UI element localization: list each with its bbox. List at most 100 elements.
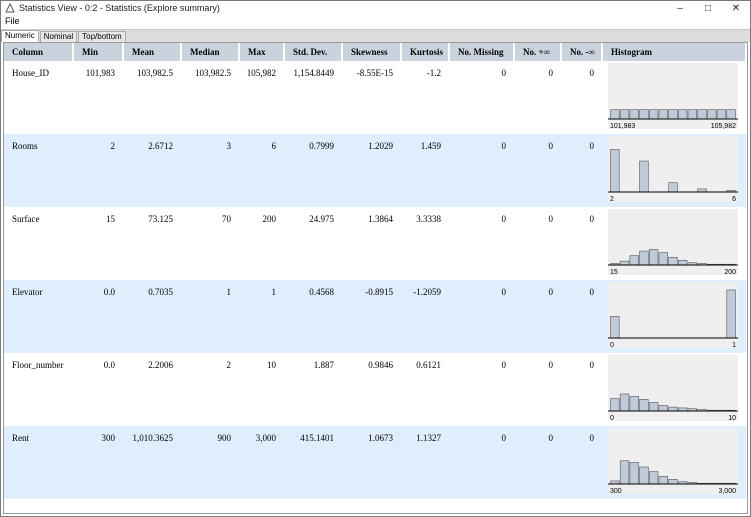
histogram-bar [687,109,698,120]
row-name: Elevator [4,280,73,353]
tab-numeric[interactable]: Numeric [1,30,39,42]
histogram-bar [668,406,678,412]
cell-min: 2 [73,134,123,207]
maximize-icon[interactable]: □ [694,1,722,15]
cell-no-pos-inf: 0 [548,360,554,370]
histogram-bar [629,109,639,120]
col-header-mean[interactable]: Mean [123,43,182,61]
histogram-svg [608,393,738,412]
cell-skewness: 1.0673 [342,426,401,499]
cell-skewness: 1.2029 [342,134,401,207]
histogram-max-label: 1 [732,342,736,349]
cell-mean: 1,010.3625 [123,426,181,499]
cell-median: 103,982.5 [195,68,231,78]
cell-no-neg-inf: 0 [561,280,602,353]
view-tabs: Numeric Nominal Top/bottom [1,29,750,42]
cell-max: 1 [239,280,284,353]
cell-skewness: 0.9846 [368,360,393,370]
cell-histogram: 15 200 [602,207,746,280]
histogram-chart: 01 [608,282,738,349]
histogram-bar [610,109,620,120]
cell-median: 1 [181,280,239,353]
histogram-min-label: 101,983 [610,123,636,130]
col-header-min[interactable]: Min [73,43,124,61]
histogram-svg [608,149,738,193]
row-name: Surface [12,214,40,224]
histogram-bar [668,256,678,266]
histogram-min-label: 0 [610,342,614,349]
cell-max: 10 [267,360,276,370]
histogram-chart: 26 [608,136,738,203]
histogram-bar [678,109,688,120]
histogram-bar [658,109,668,120]
cell-kurtosis: 3.3338 [416,214,441,224]
close-icon[interactable]: ✕ [722,1,750,15]
cell-kurtosis: 1.1327 [401,426,449,499]
histogram-bar [629,255,639,266]
histogram-max-label: 200 [724,269,736,276]
row-name: Floor_number [12,360,64,370]
tab-top-bottom[interactable]: Top/bottom [78,31,126,42]
statistics-table: Column Min Mean Median Max Std. Dev. Ske… [4,43,747,499]
cell-no-missing: 0 [449,280,514,353]
table-row[interactable]: Rooms 2 2.6712 3 6 0.7999 1.2029 1.459 0 0 0 2 6 [4,134,746,207]
title-bar: Statistics View - 0:2 - Statistics (Expl… [1,1,750,15]
cell-skewness: -8.55E-15 [356,68,393,78]
menu-file[interactable]: File [5,16,20,26]
cell-no-pos-inf: 0 [514,280,561,353]
histogram-bar [619,260,630,266]
histogram-bar [629,462,639,485]
histogram-bar [648,109,659,120]
histogram-min-label: 300 [610,488,622,495]
table-row[interactable]: Elevator 0.0 0.7035 1 1 0.4568 -0.8915 -1.2059 0… [4,280,746,353]
cell-no-pos-inf: 0 [514,426,561,499]
statistics-table-panel: Column Min Mean Median Max Std. Dev. Ske… [3,42,748,514]
histogram-bar [726,109,736,120]
cell-mean: 73.125 [148,214,173,224]
window-title: Statistics View - 0:2 - Statistics (Expl… [19,3,220,13]
minimize-icon[interactable]: – [666,1,694,15]
cell-no-missing: 0 [449,426,514,499]
histogram-bar [668,109,678,120]
col-header-no-missing[interactable]: No. Missing [449,43,515,61]
col-header-histogram[interactable]: Histogram [602,43,747,61]
table-header-row: Column Min Mean Median Max Std. Dev. Ske… [4,43,747,61]
cell-histogram: 26 [602,134,746,207]
col-header-std-dev[interactable]: Std. Dev. [284,43,343,61]
app-icon [5,2,15,13]
cell-min: 0.0 [73,280,123,353]
cell-no-neg-inf: 0 [589,214,595,224]
col-header-kurtosis[interactable]: Kurtosis [401,43,450,61]
histogram-bar [610,398,620,412]
table-row[interactable]: Floor_number 0.0 2.2006 2 10 1.887 0.9846 0.612… [4,353,746,426]
histogram-bar [619,393,630,412]
histogram-bar [639,160,649,193]
cell-mean: 103,982.5 [137,68,173,78]
histogram-max-label: 6 [732,196,736,203]
cell-kurtosis: 1.459 [401,134,449,207]
cell-no-missing: 0 [449,134,514,207]
table-row[interactable]: Surface 15 73.125 70 200 24.975 1.3864 3.3338 0 0… [4,207,746,280]
histogram-bar [707,109,717,120]
col-header-skewness[interactable]: Skewness [342,43,402,61]
col-header-no-neg-inf[interactable]: No. -∞ [561,43,603,61]
table-row[interactable]: House_ID 101,983 103,982.5 103,982.5 105,982… [4,61,746,134]
cell-skewness: -0.8915 [342,280,401,353]
cell-median: 70 [222,214,231,224]
histogram-min-label: 15 [610,269,618,276]
col-header-column[interactable]: Column [4,43,74,61]
cell-no-missing: 0 [501,214,507,224]
cell-median: 2 [226,360,232,370]
cell-std-dev: 415.1401 [284,426,342,499]
table-row[interactable]: Rent 300 1,010.3625 900 3,000 415.1401 1.0673 1… [4,426,746,499]
tab-nominal[interactable]: Nominal [39,31,78,42]
row-name: House_ID [12,68,49,78]
col-header-max[interactable]: Max [239,43,285,61]
histogram-bar [658,475,668,485]
col-header-median[interactable]: Median [181,43,240,61]
histogram-chart: 101,983 105,982 [608,63,738,130]
histogram-bar [610,149,620,193]
histogram-max-label: 3,000 [718,488,736,495]
col-header-no-pos-inf[interactable]: No. +∞ [514,43,562,61]
cell-histogram: 300 3,000 [602,426,746,499]
